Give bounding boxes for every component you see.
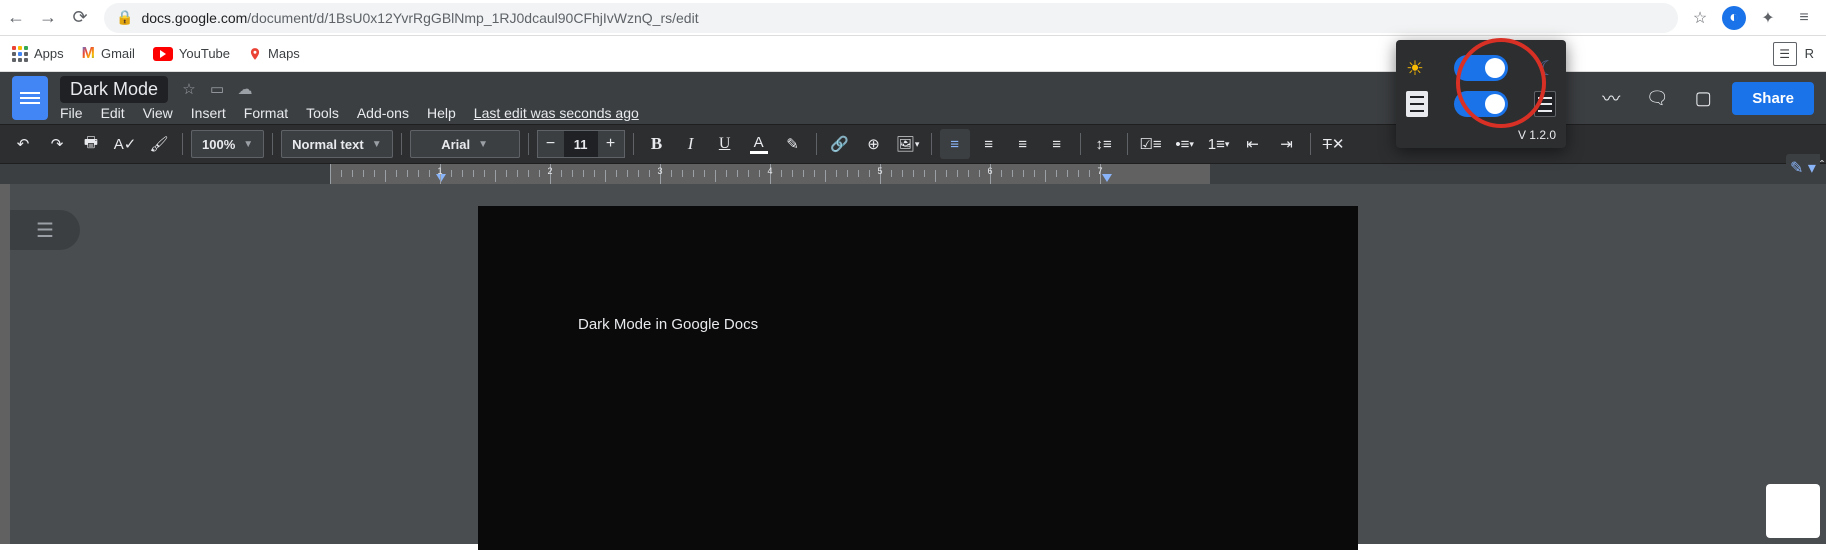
activity-icon[interactable]: 〰 [1594,81,1628,115]
darkmode-extension-popup: ☀ ☾ V 1.2.0 [1396,40,1566,148]
light-page-icon [1406,91,1428,117]
docs-logo-icon[interactable] [12,76,48,120]
address-bar[interactable]: 🔒 docs.google.com/document/d/1BsU0x12Yvr… [104,3,1678,33]
text-color-button[interactable]: A [744,129,774,159]
font-family-select[interactable]: Arial▼ [410,130,520,158]
align-center-button[interactable]: ≡ [974,129,1004,159]
maps-bookmark[interactable]: Maps [248,46,300,61]
lock-icon: 🔒 [116,9,133,26]
horizontal-ruler[interactable]: 1234567 [330,164,1210,184]
align-left-button[interactable]: ≡ [940,129,970,159]
document-title[interactable]: Dark Mode [60,76,168,103]
document-text: Dark Mode in Google Docs [578,316,758,333]
menu-bar: File Edit View Insert Format Tools Add-o… [60,105,639,121]
darkmode-extension-icon[interactable]: ◐ [1722,6,1746,30]
dark-page-icon [1534,91,1556,117]
darkmode-page-toggle[interactable] [1454,91,1508,117]
bulleted-list-button[interactable]: •≡▾ [1170,129,1200,159]
forward-button[interactable]: → [32,2,64,34]
gmail-label: Gmail [101,46,135,61]
font-size-stepper: − + [537,130,625,158]
insert-image-button[interactable]: 🖼▾ [893,129,923,159]
font-size-decrease[interactable]: − [538,131,564,157]
menu-file[interactable]: File [60,105,83,121]
spellcheck-button[interactable]: A✓ [110,129,140,159]
font-size-increase[interactable]: + [598,131,624,157]
menu-edit[interactable]: Edit [101,105,125,121]
menu-view[interactable]: View [143,105,173,121]
numbered-list-button[interactable]: 1≡▾ [1204,129,1234,159]
print-button[interactable]: 🖶 [76,129,106,159]
menu-tools[interactable]: Tools [306,105,339,121]
decrease-indent-button[interactable]: ⇤ [1238,129,1268,159]
undo-button[interactable]: ↶ [8,129,38,159]
document-area: ☰ Dark Mode in Google Docs [0,184,1826,544]
align-right-button[interactable]: ≡ [1008,129,1038,159]
last-edit-link[interactable]: Last edit was seconds ago [474,105,639,121]
paint-format-button[interactable]: 🖌 [144,129,174,159]
reading-list-icon[interactable]: ☰ [1773,42,1797,66]
apps-shortcut[interactable]: Apps [12,46,64,62]
youtube-icon [153,47,173,61]
sun-icon: ☀ [1406,56,1424,81]
comments-icon[interactable]: 🗨 [1640,81,1674,115]
align-justify-button[interactable]: ≡ [1042,129,1072,159]
youtube-label: YouTube [179,46,230,61]
back-button[interactable]: ← [0,2,32,34]
highlight-color-button[interactable]: ✎ [778,129,808,159]
explore-button[interactable] [1766,484,1820,538]
darkmode-global-toggle[interactable] [1454,55,1508,81]
paragraph-style-select[interactable]: Normal text▼ [281,130,392,158]
collapse-toolbar-button[interactable]: ˆ [1820,158,1824,172]
vertical-ruler[interactable] [0,184,10,544]
maps-label: Maps [268,46,300,61]
insert-link-button[interactable]: 🔗 [825,129,855,159]
moon-icon: ☾ [1538,56,1556,81]
bold-button[interactable]: B [642,129,672,159]
editing-mode-button[interactable]: ✎ ▾ [1786,154,1820,182]
reload-button[interactable]: ⟳ [64,2,96,34]
url-domain: docs.google.com [141,10,247,26]
clear-formatting-button[interactable]: T✕ [1319,129,1349,159]
menu-format[interactable]: Format [244,105,288,121]
cloud-status-icon[interactable]: ☁ [234,80,256,98]
gmail-bookmark[interactable]: M Gmail [82,45,135,63]
right-indent-marker[interactable] [1102,174,1112,182]
url-path: /document/d/1BsU0x12YvrRgGBlNmp_1RJ0dcau… [247,10,698,26]
browser-toolbar: ← → ⟳ 🔒 docs.google.com/document/d/1BsU0… [0,0,1826,36]
customize-chrome-icon[interactable]: ≡ [1790,4,1818,32]
outline-toggle[interactable]: ☰ [10,210,80,250]
star-icon[interactable]: ☆ [178,80,200,98]
checklist-button[interactable]: ☑≡ [1136,129,1166,159]
reading-list-initial: R [1805,46,1814,61]
document-page[interactable]: Dark Mode in Google Docs [478,206,1358,550]
italic-button[interactable]: I [676,129,706,159]
share-button[interactable]: Share [1732,82,1814,115]
present-icon[interactable]: ▢ [1686,81,1720,115]
apps-icon [12,46,28,62]
move-icon[interactable]: ▭ [206,80,228,98]
zoom-select[interactable]: 100%▼ [191,130,264,158]
line-spacing-button[interactable]: ↕≡ [1089,129,1119,159]
insert-comment-button[interactable]: ⊕ [859,129,889,159]
menu-help[interactable]: Help [427,105,456,121]
apps-label: Apps [34,46,64,61]
extensions-icon[interactable]: ✦ [1754,4,1782,32]
extension-version: V 1.2.0 [1406,128,1556,142]
menu-addons[interactable]: Add-ons [357,105,409,121]
youtube-bookmark[interactable]: YouTube [153,46,230,61]
underline-button[interactable]: U [710,129,740,159]
gmail-icon: M [82,45,95,63]
redo-button[interactable]: ↷ [42,129,72,159]
menu-insert[interactable]: Insert [191,105,226,121]
maps-icon [248,47,262,61]
font-size-input[interactable] [564,131,598,157]
ruler-row: 1234567 [0,164,1826,184]
increase-indent-button[interactable]: ⇥ [1272,129,1302,159]
bookmark-star-icon[interactable]: ☆ [1686,4,1714,32]
